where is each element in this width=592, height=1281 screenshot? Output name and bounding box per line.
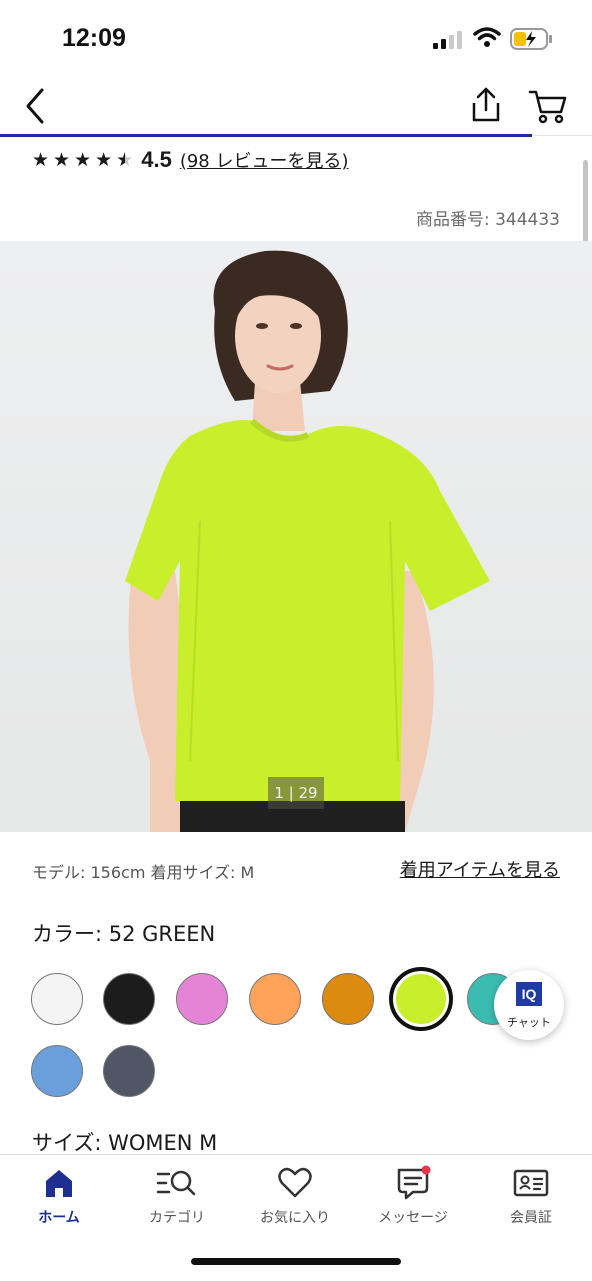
header-divider [532,135,592,136]
nav-label-category: カテゴリ [149,1210,205,1226]
star-icon: ★ [95,148,113,171]
nav-item-favorites[interactable]: お気に入り [236,1165,354,1227]
signal-icon [433,30,463,54]
notification-dot [421,1165,431,1175]
swatch-orange[interactable] [249,973,301,1025]
star-icon: ★ [32,148,50,171]
battery-icon [510,27,554,55]
image-counter: 1 | 29 [268,777,324,809]
message-icon [397,1165,431,1200]
nav-item-member-card[interactable]: 会員証 [472,1165,590,1227]
star-icon: ★ [74,148,92,171]
member-card-icon [513,1169,549,1197]
half-star-icon: ★★ [116,148,134,171]
status-time: 12:09 [62,24,126,52]
chat-button[interactable]: IQ チャット [494,970,564,1040]
size-label: サイズ: WOMEN M [32,1131,218,1155]
rating-row: ★ ★ ★ ★ ★★ 4.5 (98 レビューを見る) [32,146,349,174]
share-icon [472,87,500,122]
cart-button[interactable] [528,88,568,124]
nav-item-messages[interactable]: メッセージ [354,1165,472,1227]
swatch-white[interactable] [31,973,83,1025]
category-search-icon [156,1170,196,1196]
back-button[interactable] [22,86,52,126]
review-link[interactable]: (98 レビューを見る) [180,147,349,173]
nav-label-member-card: 会員証 [510,1210,552,1226]
product-number: 商品番号: 344433 [415,210,560,230]
home-indicator [191,1258,401,1265]
color-label: カラー: 52 GREEN [32,922,216,946]
home-icon [46,1170,72,1197]
swatch-gray[interactable] [103,1045,155,1097]
iq-logo: IQ [516,982,542,1006]
nav-label-home: ホーム [38,1210,80,1226]
swatch-green[interactable] [389,967,453,1031]
star-icon: ★ [53,148,71,171]
rating-value: 4.5 [141,147,172,172]
cart-icon [528,90,567,124]
swatch-blue[interactable] [31,1045,83,1097]
share-button[interactable] [468,86,504,124]
worn-items-link[interactable]: 着用アイテムを見る [400,856,560,882]
swatch-pink[interactable] [176,973,228,1025]
header-progress-line [0,134,532,137]
nav-item-category[interactable]: カテゴリ [118,1165,236,1227]
nav-label-messages: メッセージ [378,1210,448,1226]
chat-label: チャット [507,1016,551,1029]
nav-label-favorites: お気に入り [260,1210,330,1226]
model-info: モデル: 156cm 着用サイズ: M [32,863,255,882]
heart-icon [278,1167,312,1198]
swatch-black[interactable] [103,973,155,1025]
nav-item-home[interactable]: ホーム [0,1165,118,1227]
product-image[interactable] [0,241,592,832]
swatch-dark-orange[interactable] [322,973,374,1025]
wifi-icon [473,26,501,52]
chevron-left-icon [26,88,44,124]
